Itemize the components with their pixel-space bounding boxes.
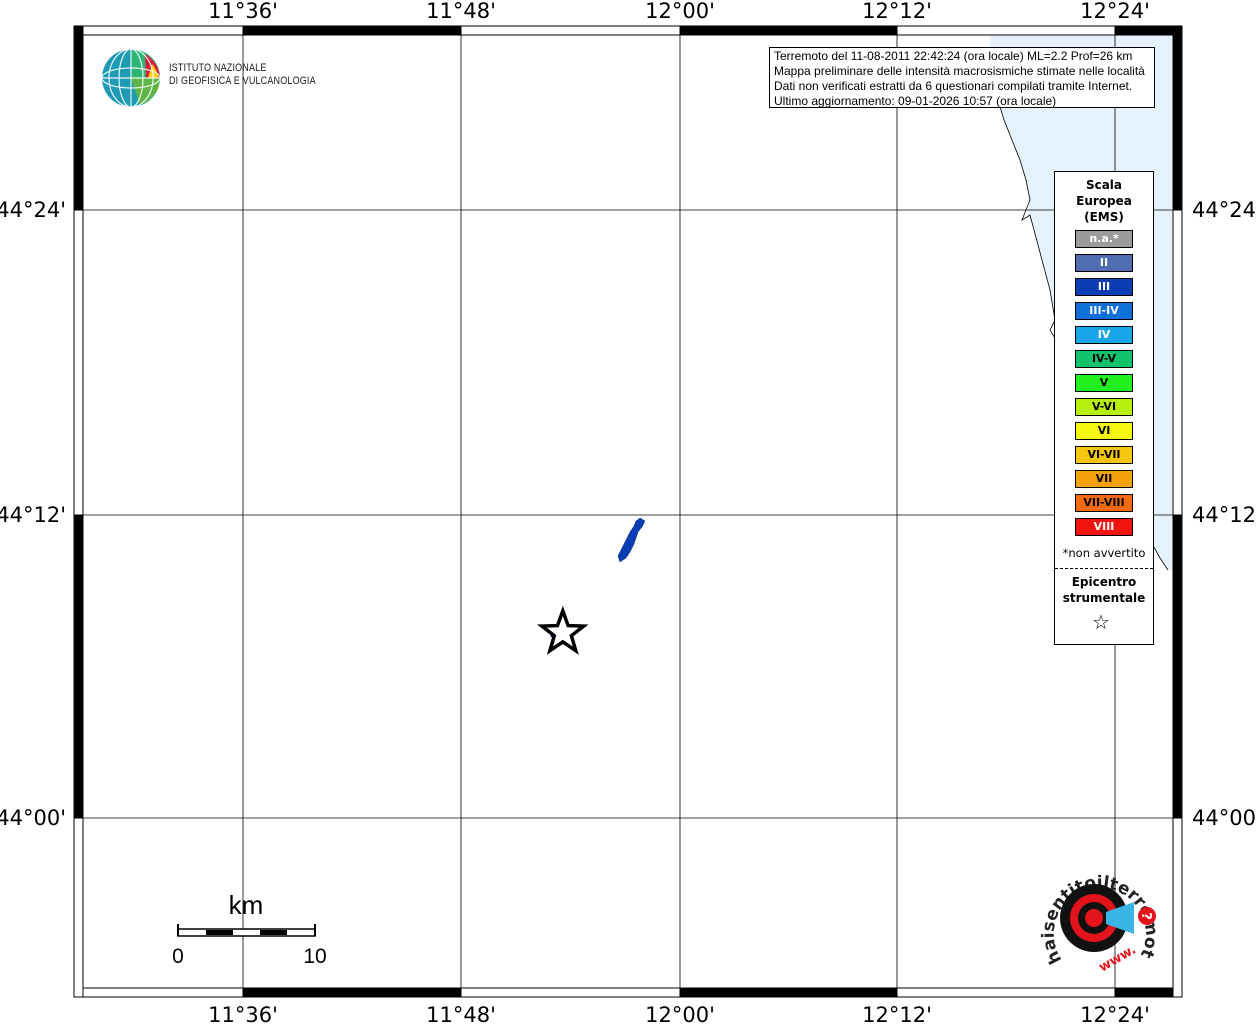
legend-title-line-3: (EMS) — [1084, 210, 1124, 224]
ingv-name: ISTITUTO NAZIONALE DI GEOFISICA E VULCAN… — [169, 62, 316, 88]
event-title: Terremoto del 11-08-2011 22:42:24 (ora l… — [774, 49, 1133, 63]
frame-segment — [73, 25, 1183, 998]
map-frame — [73, 25, 1183, 998]
longitude-label-bottom: 12°24' — [1080, 1003, 1150, 1024]
question-mark-icon: ? — [1138, 912, 1153, 920]
legend-title-line-2: Europea — [1076, 194, 1132, 208]
longitude-label-top: 12°12' — [862, 0, 932, 23]
frame-segment — [1114, 25, 1183, 36]
ems-legend: Scala Europea (EMS) n.a.* II III III-IV IV IV… — [1054, 171, 1154, 645]
latitude-label-left: 44°24' — [0, 198, 66, 222]
frame-segment — [1172, 25, 1183, 211]
legend-divider — [1055, 568, 1153, 569]
frame-segment — [73, 514, 84, 819]
longitude-label-bottom: 12°00' — [645, 1003, 715, 1024]
frame-segment — [73, 25, 84, 211]
frame-segment — [242, 25, 462, 36]
legend-swatch-iv-v: IV-V — [1075, 350, 1133, 368]
legend-swatch-vii-viii: VII-VIII — [1075, 494, 1133, 512]
latitude-label-right: 44°00' — [1192, 806, 1256, 830]
ingv-line-2: DI GEOFISICA E VULCANOLOGIA — [169, 75, 316, 87]
coordinate-grid — [74, 26, 1182, 997]
ingv-logo: ISTITUTO NAZIONALE DI GEOFISICA E VULCAN… — [100, 46, 320, 110]
ingv-line-1: ISTITUTO NAZIONALE — [169, 62, 267, 74]
frame-segment — [896, 25, 1116, 36]
latitude-label-right: 44°24' — [1192, 198, 1256, 222]
frame-segment — [1172, 514, 1183, 819]
latitude-label-left: 44°12' — [0, 503, 66, 527]
last-update: Ultimo aggiornamento: 09-01-2026 10:57 (… — [774, 94, 1057, 108]
epicenter-label-line-1: Epicentro — [1071, 575, 1137, 589]
longitude-label-top: 11°36' — [208, 0, 278, 23]
legend-swatch-n-a-: n.a.* — [1075, 230, 1133, 248]
legend-title-line-1: Scala — [1085, 178, 1123, 192]
frame-segment — [460, 987, 681, 998]
legend-swatch-ii: II — [1075, 254, 1133, 272]
map-description: Mappa preliminare delle intensità macros… — [774, 64, 1145, 78]
legend-note: *non avvertito — [1062, 546, 1146, 560]
legend-swatch-vi: VI — [1075, 422, 1133, 440]
legend-swatch-iii: III — [1075, 278, 1133, 296]
legend-swatch-iii-iv: III-IV — [1075, 302, 1133, 320]
frame-segment — [460, 25, 681, 36]
globe-icon — [101, 48, 161, 108]
data-disclaimer: Dati non verificati estratti da 6 questi… — [774, 79, 1133, 93]
star-icon: ☆ — [1092, 610, 1110, 634]
legend-swatch-viii: VIII — [1075, 518, 1133, 536]
frame-segment — [679, 25, 898, 36]
frame-segment — [679, 987, 898, 998]
scale-unit: km — [229, 890, 264, 920]
frame-segment — [1114, 987, 1183, 998]
scale-end: 10 — [303, 945, 326, 968]
frame-segment — [242, 987, 462, 998]
event-info-box: Terremoto del 11-08-2011 22:42:24 (ora l… — [769, 47, 1155, 108]
scale-bar: km 0 10 — [172, 890, 327, 968]
longitude-label-top: 11°48' — [426, 0, 496, 23]
legend-swatch-vi-vii: VI-VII — [1075, 446, 1133, 464]
legend-swatch-vii: VII — [1075, 470, 1133, 488]
frame-segment — [896, 987, 1116, 998]
legend-title: Scala Europea (EMS) — [1055, 177, 1153, 225]
scale-start: 0 — [172, 945, 184, 968]
longitude-label-top: 12°24' — [1080, 0, 1150, 23]
frame-segment — [1172, 817, 1183, 998]
frame-segment — [73, 987, 244, 998]
epicenter-label-line-2: strumentale — [1062, 591, 1146, 605]
frame-segment — [73, 209, 84, 516]
longitude-label-bottom: 11°36' — [208, 1003, 278, 1024]
latitude-label-left: 44°00' — [0, 806, 66, 830]
legend-swatch-iv: IV — [1075, 326, 1133, 344]
frame-segment — [73, 25, 244, 36]
intensity-point — [617, 517, 646, 563]
longitude-label-top: 12°00' — [645, 0, 715, 23]
haisentito-logo[interactable]: haisentitoilterremoto.it www. ? — [1030, 852, 1170, 982]
epicenter-legend-label: Epicentro strumentale — [1055, 574, 1153, 606]
epicenter-star[interactable] — [536, 605, 589, 655]
frame-segment — [1172, 209, 1183, 516]
frame-segment — [73, 817, 84, 998]
legend-swatch-v-vi: V-VI — [1075, 398, 1133, 416]
longitude-label-bottom: 12°12' — [862, 1003, 932, 1024]
legend-swatch-v: V — [1075, 374, 1133, 392]
latitude-label-right: 44°12' — [1192, 503, 1256, 527]
longitude-label-bottom: 11°48' — [426, 1003, 496, 1024]
